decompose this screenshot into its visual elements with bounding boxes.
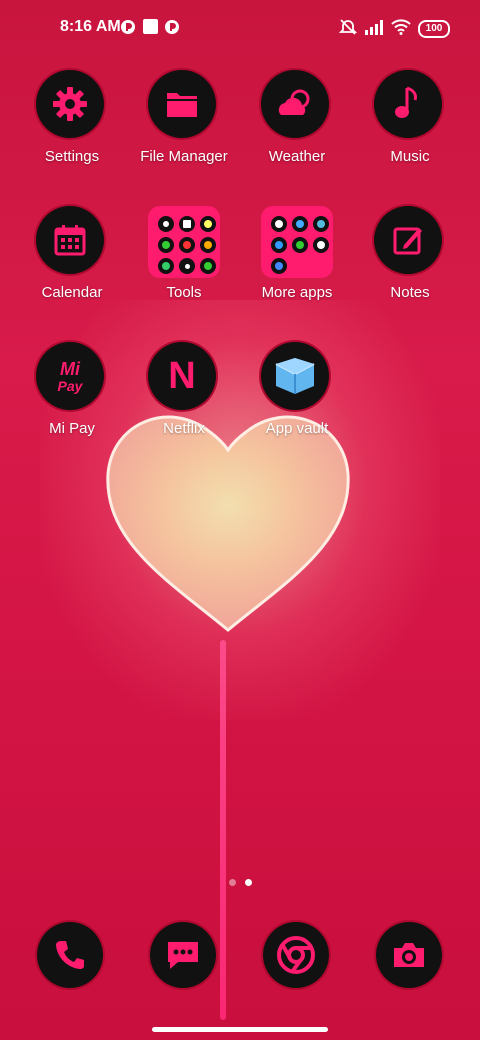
home-gesture-bar[interactable] — [152, 1027, 328, 1032]
mini-app-icon — [271, 237, 287, 253]
mi-pay-icon: Mi Pay — [36, 342, 104, 410]
app-vault-icon — [261, 342, 329, 410]
dock-chrome[interactable] — [263, 922, 329, 988]
page-dot-1[interactable] — [229, 879, 236, 886]
camera-icon — [394, 943, 424, 967]
status-time: 8:16 AM — [60, 18, 121, 35]
folder-icon — [148, 70, 216, 138]
heart-string — [220, 640, 226, 1020]
app-mi-pay[interactable]: Mi Pay Mi Pay — [16, 342, 128, 452]
message-icon — [168, 942, 198, 969]
mini-app-icon — [200, 237, 216, 253]
mini-app-icon — [158, 258, 174, 274]
app-calendar[interactable]: Calendar — [16, 206, 128, 316]
tools-folder-icon — [148, 206, 220, 278]
app-file-manager[interactable]: File Manager — [128, 70, 240, 180]
mini-app-icon — [179, 216, 195, 232]
notification-icon — [121, 20, 135, 34]
mute-icon — [338, 19, 358, 35]
mini-app-icon — [313, 216, 329, 232]
dock-camera[interactable] — [376, 922, 442, 988]
app-label: Tools — [166, 284, 202, 301]
mini-app-icon — [179, 258, 195, 274]
dock-phone[interactable] — [37, 922, 103, 988]
notification-square-icon — [143, 19, 158, 34]
signal-icon — [365, 20, 383, 35]
status-bar: 8:16 AM 100 — [0, 0, 480, 56]
folder-more-apps[interactable]: More apps — [241, 206, 353, 316]
app-label: Music — [390, 148, 430, 165]
dock-messages[interactable] — [150, 922, 216, 988]
svg-text:Pay: Pay — [58, 378, 84, 394]
mini-app-icon — [158, 216, 174, 232]
app-netflix[interactable]: N Netflix — [128, 342, 240, 452]
app-label: More apps — [261, 284, 333, 301]
app-label: App vault — [265, 420, 329, 437]
mini-app-icon — [158, 237, 174, 253]
app-label: Notes — [390, 284, 430, 301]
notification-icon-2 — [165, 20, 179, 34]
weather-icon — [261, 70, 329, 138]
folder-tools[interactable]: Tools — [128, 206, 240, 316]
app-music[interactable]: Music — [354, 70, 466, 180]
app-weather[interactable]: Weather — [241, 70, 353, 180]
calendar-icon — [36, 206, 104, 274]
netflix-icon: N — [148, 342, 216, 410]
wifi-icon — [391, 19, 411, 35]
mini-app-icon — [200, 258, 216, 274]
netflix-logo: N — [168, 354, 196, 397]
notes-icon — [374, 206, 442, 274]
mini-app-icon — [179, 237, 195, 253]
app-notes[interactable]: Notes — [354, 206, 466, 316]
app-label: Weather — [268, 148, 326, 165]
app-app-vault[interactable]: App vault — [241, 342, 353, 452]
battery-icon: 100 — [418, 20, 450, 38]
page-dot-2-active[interactable] — [245, 879, 252, 886]
music-note-icon — [374, 70, 442, 138]
gear-icon — [36, 70, 104, 138]
app-label: Netflix — [163, 420, 205, 437]
svg-text:Mi: Mi — [60, 359, 81, 379]
mini-app-icon — [292, 237, 308, 253]
mini-app-icon — [200, 216, 216, 232]
app-label: Mi Pay — [49, 420, 95, 437]
app-settings[interactable]: Settings — [16, 70, 128, 180]
phone-icon — [56, 941, 84, 969]
mini-app-icon — [292, 216, 308, 232]
mini-app-icon — [271, 258, 287, 274]
app-label: Settings — [44, 148, 100, 165]
more-apps-folder-icon — [261, 206, 333, 278]
app-label: File Manager — [140, 148, 228, 165]
mini-app-icon — [271, 216, 287, 232]
mini-app-icon — [313, 237, 329, 253]
chrome-icon — [277, 936, 315, 974]
app-label: Calendar — [41, 284, 103, 301]
